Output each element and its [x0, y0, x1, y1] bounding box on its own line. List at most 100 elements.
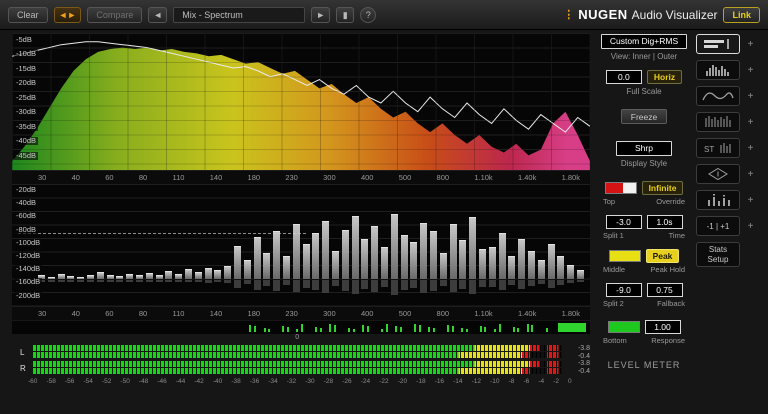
histogram-bar-mirror [439, 280, 447, 286]
histogram-display[interactable]: -20dB -40dB -60dB -80dB -100dB -120dB -140dB -1… [12, 184, 590, 306]
meter-readout: -3.8 [577, 360, 590, 367]
visualizer-window: Clear ◄► Compare ◄ Mix - Spectrum ► ▮ ? … [0, 0, 768, 414]
scale-label: -54 [83, 378, 93, 385]
histogram-bar-mirror [214, 280, 222, 282]
histogram-view-button[interactable] [696, 60, 740, 80]
histogram-bar-mirror [243, 280, 251, 284]
offset-button[interactable]: -1 | +1 [696, 216, 740, 236]
histogram-bar [263, 253, 271, 279]
add-histogram-button[interactable]: + [744, 64, 757, 77]
swap-arrows-icon[interactable]: ◄► [53, 6, 82, 23]
add-peak-meter-button[interactable]: + [744, 194, 757, 207]
time-label: Time [668, 231, 685, 240]
add-spectrum-button[interactable]: + [744, 90, 757, 103]
histogram-bar [106, 275, 114, 279]
histogram-bar [381, 247, 388, 279]
histogram-bar-mirror [87, 280, 94, 282]
tick-mark [517, 328, 520, 332]
scale-label: -22 [379, 378, 389, 385]
histogram-bar [459, 240, 467, 279]
histogram-bar-mirror [498, 280, 506, 290]
freq-label: 400 [360, 173, 374, 182]
tick-mark [512, 327, 515, 332]
play-button[interactable]: ► [311, 6, 331, 23]
tick-mark [287, 327, 289, 332]
infinite-button[interactable]: Infinite [641, 181, 684, 195]
fallback-input[interactable]: 0.75 [646, 283, 683, 297]
override-label: Override [656, 197, 685, 206]
display-style-dropdown[interactable]: Shrp [616, 141, 672, 156]
meter-bar-r-rms [32, 368, 562, 374]
add-offset-button[interactable]: + [744, 220, 757, 233]
zero-label: 0 [295, 334, 300, 341]
scale-label: -14 [453, 378, 463, 385]
spectrogram-view-button[interactable] [696, 112, 740, 132]
split1-input[interactable]: -3.0 [605, 215, 642, 229]
histogram-bar-mirror [165, 280, 173, 282]
bottom-color-swatch[interactable] [607, 321, 640, 333]
add-level-meter-button[interactable]: + [744, 38, 757, 51]
db-label: -40dB [14, 136, 39, 146]
histogram-bar [537, 260, 545, 279]
help-button[interactable]: ? [360, 6, 377, 23]
histogram-bar-mirror [47, 280, 55, 282]
meter-readout: -0.4 [577, 367, 590, 375]
meter-mode-dropdown[interactable]: Custom Dig+RMS [601, 34, 687, 49]
tick-mark [479, 326, 482, 332]
add-vectorscope-button[interactable]: + [744, 168, 757, 181]
tick-mark [460, 328, 463, 332]
freq-label: 500 [398, 309, 412, 318]
link-button[interactable]: Link [723, 6, 760, 23]
scale-label: -32 [286, 378, 297, 385]
freeze-button[interactable]: Freeze [621, 109, 667, 124]
level-meter-view-button[interactable] [696, 34, 740, 54]
histogram-bar-mirror [459, 280, 467, 289]
middle-label: Middle [603, 265, 626, 274]
time-input[interactable]: 1.0s [646, 215, 683, 229]
histogram-bar-mirror [371, 280, 379, 292]
peak-meter-view-button[interactable] [696, 190, 740, 210]
spectrum-view-button[interactable] [696, 86, 740, 106]
freq-label: 80 [138, 173, 148, 182]
db-label: -15dB [14, 63, 39, 73]
view-toggle[interactable]: View: Inner | Outer [611, 52, 677, 61]
scale-label: -40 [212, 378, 223, 385]
clear-button[interactable]: Clear [8, 6, 48, 23]
freq-label: 140 [209, 173, 223, 182]
histogram-icon [706, 65, 729, 76]
split2-input[interactable]: -9.0 [605, 283, 642, 297]
vectorscope-view-button[interactable] [696, 164, 740, 184]
scale-label: -6 [523, 378, 530, 385]
top-color-swatch[interactable] [604, 182, 637, 194]
spectrum-display[interactable]: -5dB -10dB -15dB -20dB -25dB -30dB -35dB -40dB -… [12, 33, 590, 170]
compare-button[interactable]: Compare [87, 6, 143, 23]
histogram-bar-mirror [528, 280, 535, 286]
histogram-bar [420, 223, 428, 279]
fallback-label: Fallback [657, 299, 685, 308]
horiz-button[interactable]: Horiz [646, 70, 683, 84]
stats-setup-button[interactable]: Stats Setup [696, 242, 740, 267]
scale-label: 0 [568, 378, 572, 385]
full-scale-input[interactable]: 0.0 [605, 70, 642, 84]
add-spectrogram-button[interactable]: + [744, 116, 757, 129]
peak-button[interactable]: Peak [645, 249, 680, 263]
freq-label: 500 [398, 173, 412, 182]
histogram-bar [224, 266, 232, 279]
level-meter[interactable]: L R -3.8 -0.4 -3.8 -0.4 -60 -58 -56 -54 -52 -50-… [12, 345, 590, 393]
pause-button[interactable]: ▮ [336, 6, 355, 23]
freq-label: 1.40k [517, 173, 537, 182]
stereo-meter-view-button[interactable]: ST [696, 138, 740, 158]
histogram-bar [410, 242, 418, 279]
tick-mark [446, 325, 449, 332]
meter-bar-r-peak [32, 361, 562, 367]
histogram-bar-mirror [126, 280, 134, 282]
middle-color-swatch[interactable] [608, 250, 641, 262]
histogram-bar [77, 277, 85, 279]
histogram-bar-mirror [508, 280, 516, 285]
add-stereo-meter-button[interactable]: + [744, 142, 757, 155]
prev-preset-button[interactable]: ◄ [148, 6, 168, 23]
tick-mark [531, 325, 534, 332]
preset-dropdown[interactable]: Mix - Spectrum [173, 6, 306, 23]
histogram-bar-mirror [312, 280, 320, 290]
response-input[interactable]: 1.00 [644, 320, 681, 334]
